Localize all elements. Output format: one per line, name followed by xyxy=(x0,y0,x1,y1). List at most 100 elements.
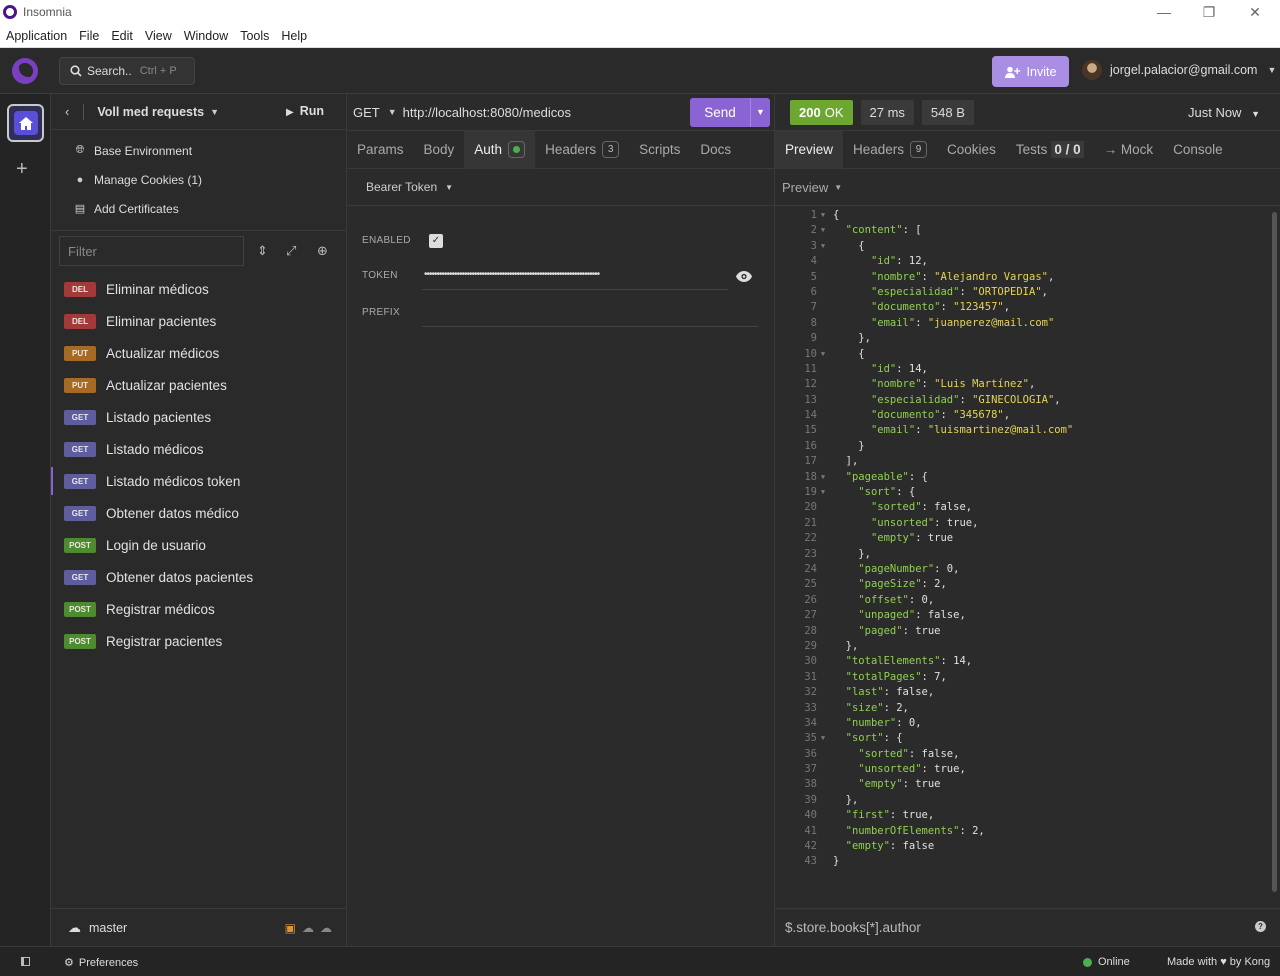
add-project-button[interactable]: + xyxy=(16,158,28,181)
cloud-upload-icon[interactable]: ☁︎ xyxy=(320,921,332,935)
fold-gutter xyxy=(817,500,829,515)
enabled-checkbox[interactable]: ✓ xyxy=(429,234,443,248)
tab-console[interactable]: Console xyxy=(1163,131,1233,169)
line-number: 40 xyxy=(804,809,817,822)
fold-arrow-icon[interactable]: ▼ xyxy=(817,223,829,238)
response-body-viewer[interactable]: 1 ▼{2 ▼ "content": [3 ▼ {4 "id": 12, 5 "nomb… xyxy=(775,208,1272,908)
send-button[interactable]: Send ▼ xyxy=(690,98,770,127)
menu-help[interactable]: Help xyxy=(275,29,313,43)
response-history-select[interactable]: Just Now ▼ xyxy=(1188,105,1260,120)
tab-preview[interactable]: Preview xyxy=(775,130,844,169)
chevron-down-icon[interactable]: ▼ xyxy=(388,107,397,117)
fold-arrow-icon[interactable]: ▼ xyxy=(817,470,829,485)
chevron-down-icon[interactable]: ▼ xyxy=(210,107,219,117)
method-badge: POST xyxy=(64,601,96,617)
list-item[interactable]: GET Listado pacientes xyxy=(51,401,347,433)
send-label: Send xyxy=(704,105,736,120)
list-item[interactable]: POST Login de usuario xyxy=(51,529,347,561)
fold-arrow-icon[interactable]: ▼ xyxy=(817,208,829,223)
toggle-sidebar-icon[interactable] xyxy=(21,957,30,966)
minimize-button[interactable]: — xyxy=(1141,0,1187,24)
code-text: "unsorted": true, xyxy=(858,763,966,776)
code-text: "pageNumber": 0, xyxy=(858,562,960,575)
eye-icon xyxy=(736,270,752,282)
project-name[interactable]: Voll med requests xyxy=(97,105,204,119)
url-input[interactable]: http://localhost:8080/medicos xyxy=(403,105,571,120)
close-button[interactable]: ✕ xyxy=(1232,0,1278,24)
help-icon[interactable]: ? xyxy=(1255,921,1266,932)
menu-edit[interactable]: Edit xyxy=(105,29,139,43)
code-text: "email": "juanperez@mail.com" xyxy=(870,316,1055,329)
tab-mock[interactable]: → Mock xyxy=(1094,131,1164,169)
tab-body[interactable]: Body xyxy=(414,131,465,169)
list-item[interactable]: PUT Actualizar pacientes xyxy=(51,369,347,401)
manage-cookies-link[interactable]: ● Manage Cookies (1) xyxy=(51,165,346,194)
fold-arrow-icon[interactable]: ▼ xyxy=(817,239,829,254)
preview-mode-select[interactable]: Preview ▼ xyxy=(775,169,1280,206)
chevron-down-icon[interactable]: ▼ xyxy=(750,98,770,127)
menu-window[interactable]: Window xyxy=(178,29,234,43)
tab-cookies[interactable]: Cookies xyxy=(937,131,1006,169)
run-button[interactable]: ▶ Run xyxy=(286,104,324,118)
branch-name[interactable]: master xyxy=(89,921,127,935)
add-certificates-link[interactable]: ▤ Add Certificates xyxy=(51,194,346,223)
tab-docs[interactable]: Docs xyxy=(690,131,741,169)
maximize-button[interactable]: ❐ xyxy=(1186,0,1232,24)
line-number: 16 xyxy=(804,439,817,452)
invite-button[interactable]: Invite xyxy=(992,56,1069,87)
code-text: "especialidad": "GINECOLOGIA", xyxy=(870,393,1061,406)
code-line: 14 "documento": "345678", xyxy=(775,408,1272,423)
sort-icon[interactable]: ⇕ xyxy=(257,243,268,259)
base-environment-link[interactable]: 🌐︎ Base Environment xyxy=(51,136,346,165)
list-item[interactable]: GET Obtener datos médico xyxy=(51,497,347,529)
preferences-button[interactable]: ⚙ Preferences xyxy=(64,956,138,970)
search-button[interactable]: Search.. Ctrl + P xyxy=(59,57,195,85)
auth-type-select[interactable]: Bearer Token ▼ xyxy=(347,169,774,206)
link-label: Manage Cookies (1) xyxy=(94,172,203,187)
list-item[interactable]: POST Registrar médicos xyxy=(51,593,347,625)
tab-response-headers[interactable]: Headers 9 xyxy=(843,131,937,169)
made-with-kong[interactable]: Made with ♥ by Kong xyxy=(1167,956,1270,968)
user-menu[interactable]: jorgel.palacior@gmail.com ▼ xyxy=(1082,60,1276,80)
filter-input[interactable]: Filter xyxy=(59,236,244,266)
show-token-button[interactable] xyxy=(730,264,758,288)
add-request-icon[interactable]: ⊕ xyxy=(317,243,328,259)
menu-tools[interactable]: Tools xyxy=(234,29,275,43)
code-text: "empty": true xyxy=(870,532,954,545)
menu-file[interactable]: File xyxy=(73,29,105,43)
commit-icon[interactable]: ▣ xyxy=(285,921,296,935)
tab-tests[interactable]: Tests 0 / 0 xyxy=(1006,131,1094,169)
fold-arrow-icon[interactable]: ▼ xyxy=(817,485,829,500)
fold-gutter xyxy=(817,300,829,315)
tab-params[interactable]: Params xyxy=(347,131,414,169)
list-item[interactable]: POST Registrar pacientes xyxy=(51,625,347,657)
method-select[interactable]: GET xyxy=(353,105,380,120)
insomnia-logo-icon[interactable] xyxy=(12,58,38,84)
back-chevron-icon[interactable]: ‹ xyxy=(65,104,69,119)
cloud-download-icon[interactable]: ☁︎ xyxy=(302,921,314,935)
tab-auth[interactable]: Auth xyxy=(464,130,536,169)
tab-scripts[interactable]: Scripts xyxy=(629,131,690,169)
code-line: 7 "documento": "123457", xyxy=(775,300,1272,315)
expand-icon[interactable]: ⤢ xyxy=(286,243,296,259)
scrollbar[interactable] xyxy=(1272,212,1277,892)
home-button[interactable] xyxy=(7,104,44,142)
response-filter-input[interactable]: $.store.books[*].author ? xyxy=(775,908,1280,946)
fold-gutter xyxy=(817,747,829,762)
sync-actions: ▣ ☁︎ ☁︎ xyxy=(285,921,332,935)
fold-arrow-icon[interactable]: ▼ xyxy=(817,347,829,362)
tab-headers[interactable]: Headers 3 xyxy=(535,131,629,169)
fold-arrow-icon[interactable]: ▼ xyxy=(817,731,829,746)
list-item[interactable]: DEL Eliminar pacientes xyxy=(51,305,347,337)
menu-view[interactable]: View xyxy=(139,29,178,43)
menu-application[interactable]: Application xyxy=(0,29,73,43)
list-item[interactable]: GET Listado médicos xyxy=(51,433,347,465)
prefix-input[interactable] xyxy=(422,326,758,327)
list-item[interactable]: PUT Actualizar médicos xyxy=(51,337,347,369)
token-field[interactable]: ••••••••••••••••••••••••••••••••••••••••… xyxy=(422,264,728,290)
list-item[interactable]: GET Obtener datos pacientes xyxy=(51,561,347,593)
fold-gutter xyxy=(817,270,829,285)
list-item[interactable]: DEL Eliminar médicos xyxy=(51,273,347,305)
code-text: "pageSize": 2, xyxy=(858,578,947,591)
list-item-active[interactable]: GET Listado médicos token xyxy=(51,465,347,497)
